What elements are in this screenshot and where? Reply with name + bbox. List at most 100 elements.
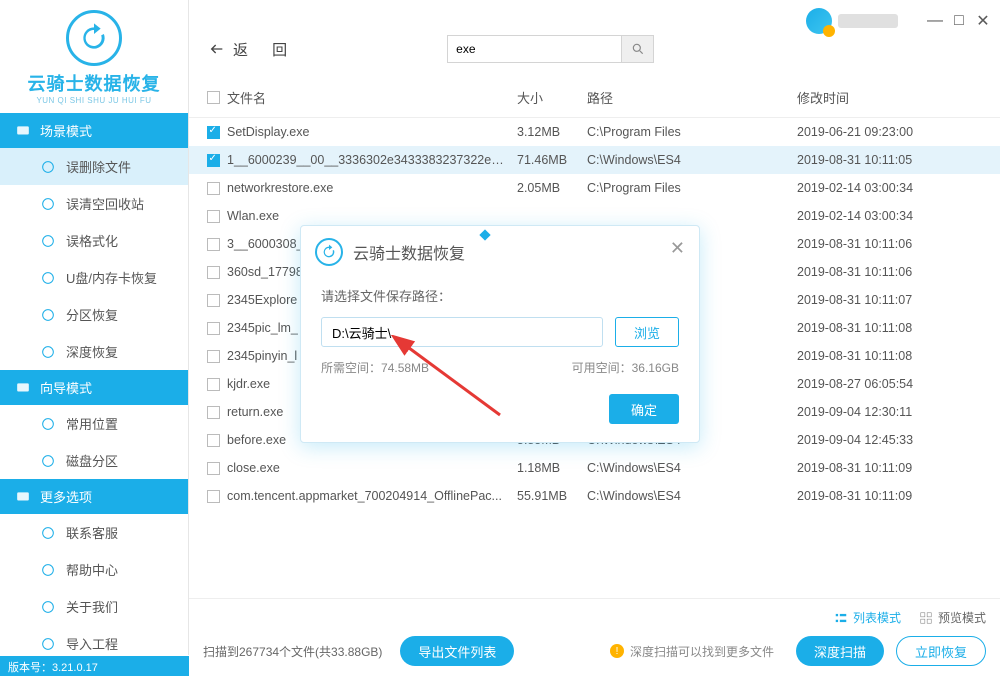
row-checkbox[interactable] — [207, 210, 220, 223]
deep-scan-button[interactable]: 深度扫描 — [796, 636, 884, 666]
header-size[interactable]: 大小 — [517, 88, 587, 107]
sidebar-item[interactable]: U盘/内存卡恢复 — [0, 259, 188, 296]
nav-item-label: 关于我们 — [66, 597, 118, 616]
cell-size: 3.12MB — [517, 125, 587, 139]
version-bar: 版本号：3.21.0.17 — [0, 656, 189, 676]
row-checkbox[interactable] — [207, 406, 220, 419]
cell-time: 2019-08-31 10:11:08 — [797, 349, 990, 363]
table-header: 文件名 大小 路径 修改时间 — [189, 78, 1000, 118]
nav-item-icon — [40, 562, 56, 578]
table-row[interactable]: 1__6000239__00__3336302e3433383237322e63… — [189, 146, 1000, 174]
list-icon — [834, 611, 848, 625]
nav-item-icon — [40, 599, 56, 615]
nav-item-icon — [40, 525, 56, 541]
sidebar-item[interactable]: 误格式化 — [0, 222, 188, 259]
table-row[interactable]: com.tencent.appmarket_700204914_OfflineP… — [189, 482, 1000, 510]
row-checkbox[interactable] — [207, 434, 220, 447]
nav-item-icon — [40, 233, 56, 249]
row-checkbox[interactable] — [207, 350, 220, 363]
cell-path: C:\Program Files — [587, 181, 797, 195]
grid-icon — [919, 611, 933, 625]
nav-item-icon — [40, 159, 56, 175]
row-checkbox[interactable] — [207, 490, 220, 503]
cell-time: 2019-08-31 10:11:09 — [797, 489, 990, 503]
table-row[interactable]: networkrestore.exe2.05MBC:\Program Files… — [189, 174, 1000, 202]
dialog-path-label: 请选择文件保存路径： — [321, 286, 679, 305]
nav-item-icon — [40, 636, 56, 652]
search-icon — [631, 42, 645, 56]
list-mode-button[interactable]: 列表模式 — [834, 609, 901, 626]
nav-item-label: 导入工程 — [66, 634, 118, 653]
nav-item-icon — [40, 270, 56, 286]
nav-item-label: 帮助中心 — [66, 560, 118, 579]
recover-button[interactable]: 立即恢复 — [896, 636, 986, 666]
row-checkbox[interactable] — [207, 378, 220, 391]
nav-item-icon — [40, 196, 56, 212]
row-checkbox[interactable] — [207, 154, 220, 167]
back-button[interactable]: 返 回 — [209, 39, 297, 60]
export-list-button[interactable]: 导出文件列表 — [400, 636, 514, 666]
nav-item-label: 联系客服 — [66, 523, 118, 542]
preview-mode-button[interactable]: 预览模式 — [919, 609, 986, 626]
sidebar-item[interactable]: 深度恢复 — [0, 333, 188, 370]
row-checkbox[interactable] — [207, 266, 220, 279]
nav-item-label: 深度恢复 — [66, 342, 118, 361]
cell-time: 2019-08-31 10:11:09 — [797, 461, 990, 475]
sidebar-item[interactable]: 常用位置 — [0, 405, 188, 442]
nav-section-header: 场景模式 — [0, 113, 188, 148]
deep-tip-text: 深度扫描可以找到更多文件 — [630, 643, 774, 660]
sidebar-item[interactable]: 磁盘分区 — [0, 442, 188, 479]
nav-item-label: 常用位置 — [66, 414, 118, 433]
nav-item-icon — [40, 307, 56, 323]
sidebar-item[interactable]: 误清空回收站 — [0, 185, 188, 222]
cell-size: 2.05MB — [517, 181, 587, 195]
available-space: 可用空间：36.16GB — [572, 359, 679, 376]
sidebar-item[interactable]: 联系客服 — [0, 514, 188, 551]
cell-time: 2019-08-31 10:11:07 — [797, 293, 990, 307]
search-button[interactable] — [622, 35, 654, 63]
sidebar-item[interactable]: 分区恢复 — [0, 296, 188, 333]
save-path-dialog: 云骑士数据恢复 ✕ 请选择文件保存路径： 浏览 所需空间：74.58MB 可用空… — [300, 225, 700, 443]
select-all-checkbox[interactable] — [207, 91, 220, 104]
cell-time: 2019-08-31 10:11:08 — [797, 321, 990, 335]
cell-time: 2019-02-14 03:00:34 — [797, 209, 990, 223]
cell-time: 2019-08-31 10:11:05 — [797, 153, 990, 167]
nav-item-label: 误清空回收站 — [66, 194, 144, 213]
nav-section-header: 更多选项 — [0, 479, 188, 514]
row-checkbox[interactable] — [207, 462, 220, 475]
warning-icon: ! — [610, 644, 624, 658]
cell-time: 2019-08-27 06:05:54 — [797, 377, 990, 391]
dialog-close-button[interactable]: ✕ — [670, 238, 685, 259]
table-row[interactable]: SetDisplay.exe3.12MBC:\Program Files2019… — [189, 118, 1000, 146]
row-checkbox[interactable] — [207, 182, 220, 195]
row-checkbox[interactable] — [207, 322, 220, 335]
sidebar-item[interactable]: 帮助中心 — [0, 551, 188, 588]
cell-path: C:\Windows\ES4 — [587, 489, 797, 503]
section-icon — [14, 381, 32, 395]
cell-time: 2019-09-04 12:45:33 — [797, 433, 990, 447]
search-box — [447, 35, 654, 63]
table-row[interactable]: close.exe1.18MBC:\Windows\ES42019-08-31 … — [189, 454, 1000, 482]
header-time[interactable]: 修改时间 — [797, 88, 990, 107]
sidebar-item[interactable]: 误删除文件 — [0, 148, 188, 185]
deep-scan-tip: ! 深度扫描可以找到更多文件 — [610, 643, 774, 660]
cell-filename: close.exe — [227, 461, 517, 475]
search-input[interactable] — [447, 35, 622, 63]
row-checkbox[interactable] — [207, 238, 220, 251]
header-filename[interactable]: 文件名 — [227, 88, 517, 107]
save-path-input[interactable] — [321, 317, 603, 347]
cell-time: 2019-08-31 10:11:06 — [797, 265, 990, 279]
nav-item-icon — [40, 416, 56, 432]
dialog-title: 云骑士数据恢复 — [353, 240, 465, 264]
sidebar-item[interactable]: 关于我们 — [0, 588, 188, 625]
header-path[interactable]: 路径 — [587, 88, 797, 107]
row-checkbox[interactable] — [207, 126, 220, 139]
row-checkbox[interactable] — [207, 294, 220, 307]
scan-info: 扫描到267734个文件(共33.88GB) — [203, 643, 382, 660]
dialog-logo-icon — [315, 238, 343, 266]
browse-button[interactable]: 浏览 — [615, 317, 679, 347]
required-space: 所需空间：74.58MB — [321, 359, 429, 376]
confirm-button[interactable]: 确定 — [609, 394, 679, 424]
app-subtitle: YUN QI SHI SHU JU HUI FU — [0, 96, 188, 105]
cell-time: 2019-09-04 12:30:11 — [797, 405, 990, 419]
